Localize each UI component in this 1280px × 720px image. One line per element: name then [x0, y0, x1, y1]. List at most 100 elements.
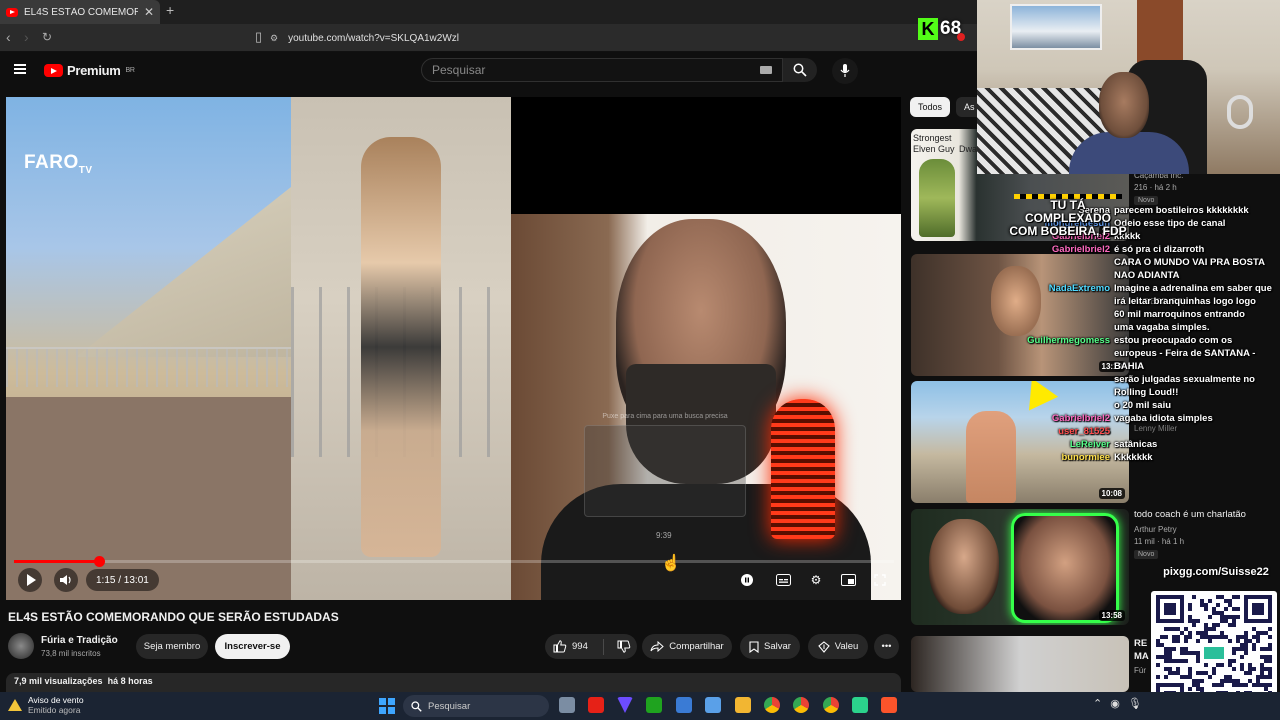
address-bar-row: ‹ › ↻ ▯ ⚙ youtube.com/watch?v=SKLQA1w2Wz…	[0, 24, 978, 52]
recommendation-channel: Fúr	[1134, 666, 1146, 675]
weather-widget[interactable]: Aviso de vento Emitido agora	[8, 695, 84, 715]
game-app-icon[interactable]	[852, 697, 868, 713]
region-code: BR	[125, 67, 135, 74]
video-player[interactable]: FAROTV Puxe para cima para uma busca pre…	[6, 97, 901, 600]
taskbar-search[interactable]: Pesquisar	[403, 695, 549, 717]
share-arrow-icon	[650, 641, 665, 652]
subtitles-button[interactable]	[772, 570, 794, 590]
kick-viewer-counter: K 68	[918, 18, 965, 41]
recommendation-channel: Arthur Petry	[1134, 525, 1177, 534]
forward-arrow-icon[interactable]: ›	[24, 29, 29, 45]
search-input[interactable]: Pesquisar	[421, 58, 783, 82]
calculator-icon[interactable]	[676, 697, 692, 713]
gear-icon: ⚙	[810, 573, 822, 587]
thumbs-down-icon[interactable]	[617, 640, 631, 653]
player-controls: 1:15 / 13:01 ⚙	[14, 568, 894, 594]
recommendation-thumbnail[interactable]: 13:58	[911, 509, 1129, 625]
chat-username: Gabrielbriel2	[1051, 413, 1110, 424]
back-arrow-icon[interactable]: ‹	[6, 29, 11, 45]
time-display: 1:15 / 13:01	[86, 569, 159, 591]
thumb-text: Strongest Elven Guy	[913, 133, 955, 154]
chrome-icon[interactable]	[764, 697, 780, 713]
join-button[interactable]: Seja membro	[136, 634, 208, 659]
youtube-header: Premium BR Pesquisar	[0, 52, 910, 92]
chat-message: Gabrielbriel2 vagaba idiota simples	[900, 413, 1213, 424]
chat-username: user_81525	[1058, 426, 1110, 437]
more-actions-button[interactable]: •••	[874, 634, 899, 659]
thumb-text-b: Dwa	[959, 144, 978, 154]
video-title: EL4S ESTÃO COMEMORANDO QUE SERÃO ESTUDAD…	[8, 610, 339, 624]
banner-line-2: COM BOBEIRA, FDP	[1009, 224, 1127, 238]
task-view-icon[interactable]	[559, 697, 575, 713]
site-settings-icon[interactable]: ⚙	[270, 33, 278, 44]
youtube-favicon-icon	[6, 7, 18, 17]
thanks-label: Valeu	[834, 641, 859, 652]
video-duration: 13:58	[1098, 610, 1125, 621]
search-button[interactable]	[783, 58, 817, 82]
progress-bar[interactable]	[14, 556, 894, 567]
banner-line-1: TU TÁ COMPLEXADO	[1024, 198, 1111, 225]
miniplayer-button[interactable]	[837, 570, 859, 590]
chat-message: europeus - Feira de SANTANA -	[900, 348, 1255, 359]
chat-message: Guilhermegomess estou preocupado com os	[900, 335, 1232, 346]
bookmark-save-icon	[749, 640, 759, 653]
windows-start-icon[interactable]	[379, 698, 395, 714]
recommendation-title[interactable]: todo coach é um charlatão	[1134, 509, 1274, 521]
youtube-premium-logo[interactable]: Premium BR	[44, 63, 135, 78]
settings-button[interactable]: ⚙	[805, 570, 827, 590]
reload-icon[interactable]: ↻	[42, 30, 52, 44]
chat-username: bunormiee	[1061, 452, 1110, 463]
youtube-app-icon[interactable]	[588, 697, 604, 713]
subscribe-button[interactable]: Inscrever-se	[215, 634, 290, 659]
file-explorer-icon[interactable]	[735, 697, 751, 713]
thanks-button[interactable]: Valeu	[808, 634, 868, 659]
share-button[interactable]: Compartilhar	[642, 634, 732, 659]
chrome-profile-icon[interactable]	[793, 697, 809, 713]
fullscreen-button[interactable]	[869, 570, 891, 590]
url-field[interactable]: ⚙ youtube.com/watch?v=SKLQA1w2Wzl	[270, 28, 970, 48]
autoplay-toggle[interactable]	[736, 570, 758, 590]
new-badge: Novo	[1134, 196, 1159, 205]
browser-tab-active[interactable]: EL4S ESTÃO COMEMORANDO Q ✕	[0, 0, 160, 24]
faro-tv-watermark: FAROTV	[24, 152, 93, 176]
tray-expand-icon[interactable]: ⌃	[1093, 697, 1102, 710]
monitor-app-icon[interactable]	[705, 697, 721, 713]
chat-username: LeReiver	[1069, 439, 1110, 450]
microphone-tray-icon[interactable]: 🎙	[1128, 697, 1142, 710]
save-button[interactable]: Salvar	[740, 634, 800, 659]
chat-text: CARA O MUNDO VAI PRA BOSTA	[1114, 257, 1265, 268]
channel-name[interactable]: Fúria e Tradição	[41, 635, 118, 646]
chrome-profile-2-icon[interactable]	[823, 697, 839, 713]
volume-icon	[60, 575, 71, 585]
chat-message: Rolling Loud!!	[900, 387, 1178, 398]
chat-text: Rolling Loud!!	[1114, 387, 1179, 398]
like-button[interactable]: 994	[545, 634, 637, 659]
chat-message: bunormiee Kkkkkkk	[900, 452, 1152, 463]
xbox-icon[interactable]	[646, 697, 662, 713]
subtitles-icon	[775, 574, 791, 586]
menu-icon[interactable]	[14, 64, 26, 74]
keyboard-icon[interactable]	[760, 66, 772, 74]
brave-browser-icon[interactable]	[881, 697, 897, 713]
chat-text: parecem bostileiros kkkkkkkk	[1114, 205, 1249, 216]
new-tab-icon[interactable]: +	[166, 2, 174, 18]
vpn-app-icon[interactable]	[617, 697, 633, 713]
scrubber-handle[interactable]	[93, 556, 105, 567]
live-dot-icon	[957, 33, 965, 41]
recommendation-thumbnail[interactable]	[911, 636, 1129, 692]
watermark-sub: TV	[78, 164, 93, 176]
voice-search-button[interactable]	[832, 58, 858, 84]
play-button[interactable]	[18, 568, 42, 592]
search-icon	[793, 63, 807, 77]
channel-avatar[interactable]	[8, 633, 34, 659]
filter-chips: Todos As	[910, 97, 983, 119]
chat-message: NadaExtremo Imagine a adrenalina em saber…	[900, 283, 1272, 294]
pause-circle-icon	[741, 574, 753, 586]
volume-button[interactable]	[54, 568, 78, 592]
network-icon[interactable]: ◉	[1110, 697, 1120, 710]
recommendation-meta: 216 · há 2 h	[1134, 183, 1177, 192]
bookmark-icon[interactable]: ▯	[255, 29, 262, 45]
close-tab-icon[interactable]: ✕	[144, 5, 154, 19]
chip-all[interactable]: Todos	[910, 97, 951, 117]
super-thanks-icon	[817, 640, 830, 653]
